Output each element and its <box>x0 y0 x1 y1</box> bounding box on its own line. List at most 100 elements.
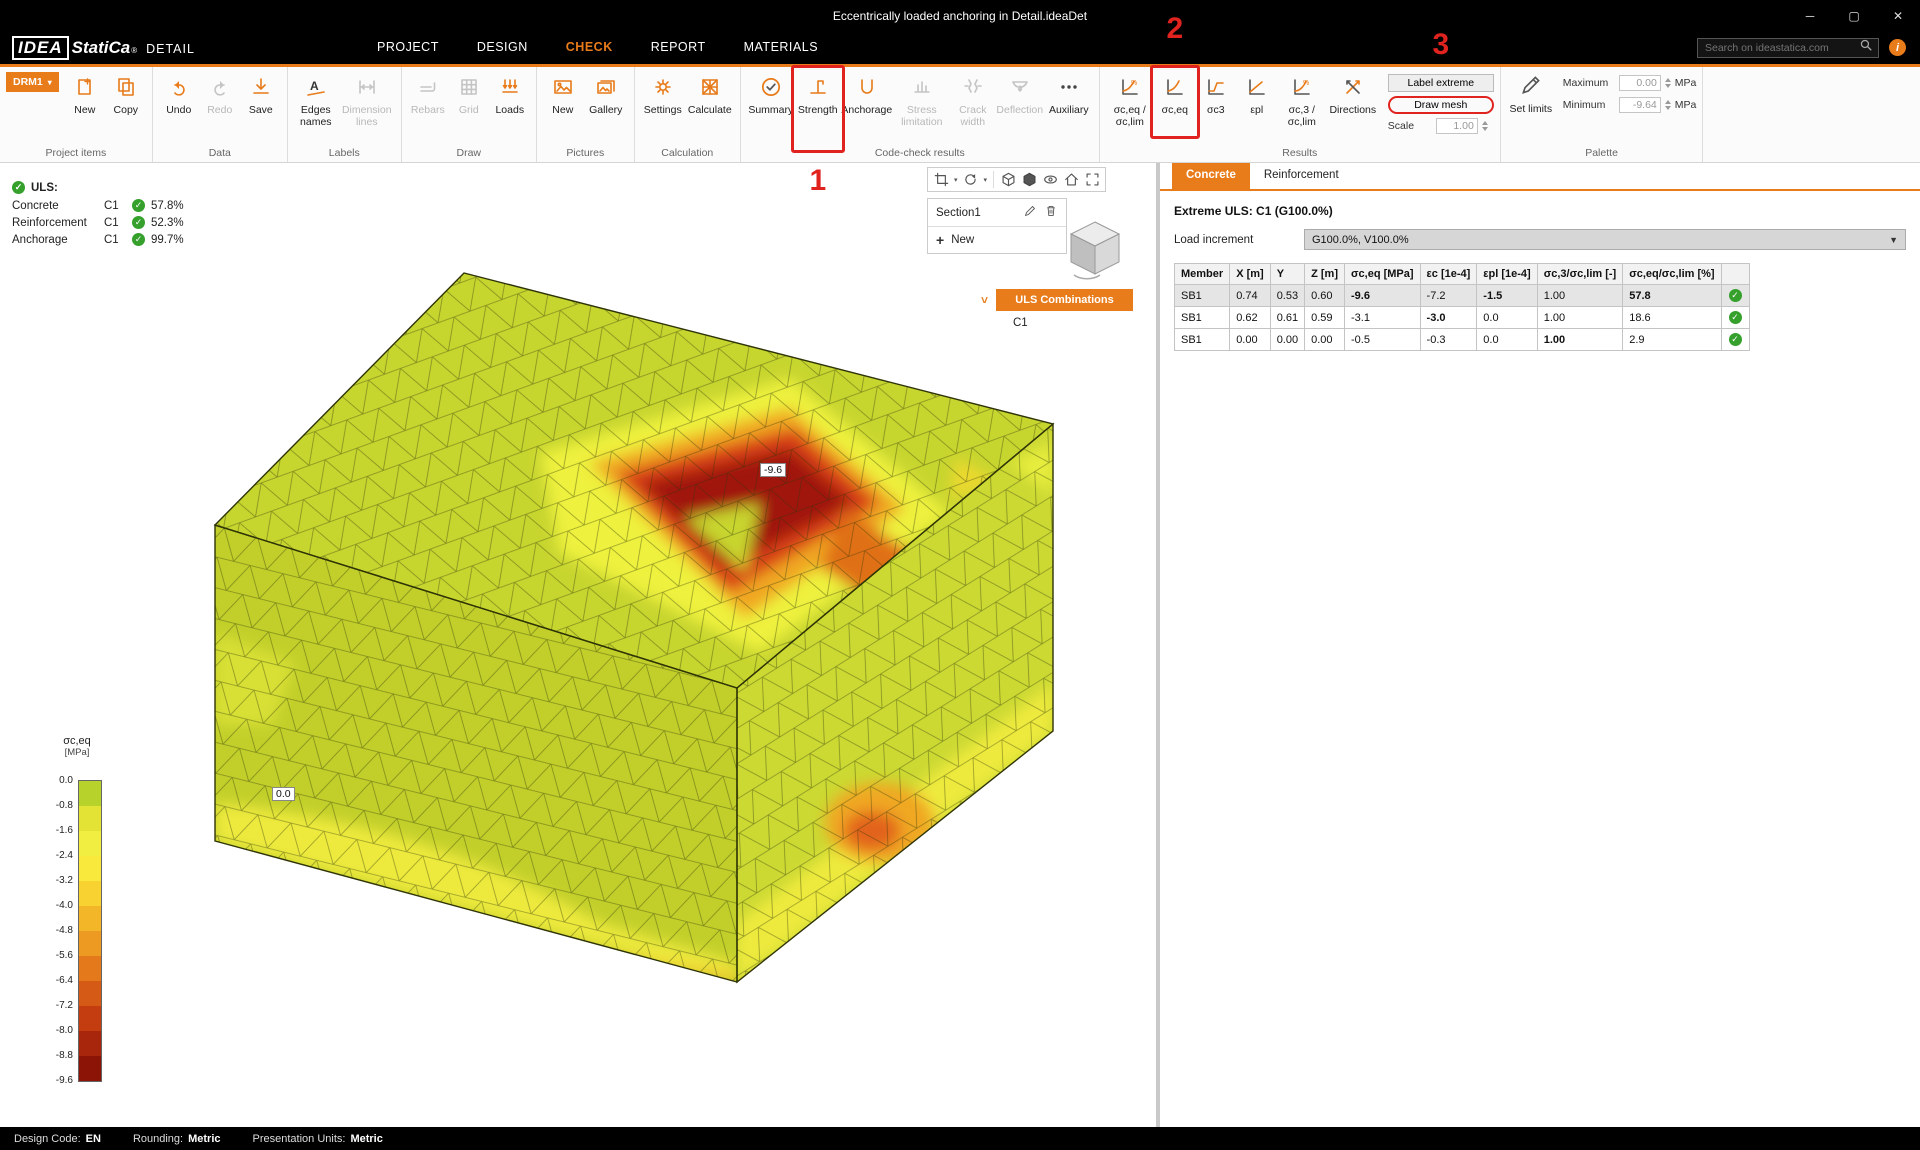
menu-report[interactable]: REPORT <box>632 31 725 64</box>
sceq-sclim-result-button[interactable]: % σc,eq / σc,lim <box>1106 70 1154 142</box>
check-circle-icon <box>1729 333 1742 346</box>
crack-width-icon <box>962 73 984 101</box>
new-document-icon <box>74 73 96 101</box>
group-label-palette: Palette <box>1507 145 1697 161</box>
set-limits-button[interactable]: Set limits <box>1507 70 1555 115</box>
model-canvas[interactable]: ULS: Concrete C1 57.8% Reinforcement C1 … <box>0 163 1156 1127</box>
directions-arrows-icon <box>1342 73 1364 101</box>
wireframe-cube-button[interactable] <box>998 169 1018 190</box>
chevron-down-icon[interactable]: ˅ <box>981 293 988 307</box>
mesh-3d-view[interactable] <box>0 163 1156 1127</box>
maximum-stepper[interactable] <box>1665 78 1671 88</box>
sc3-sclim-result-button[interactable]: % σc,3 / σc,lim <box>1278 70 1326 142</box>
rebars-button[interactable]: Rebars <box>408 70 448 142</box>
close-button[interactable]: ✕ <box>1876 0 1920 31</box>
load-increment-select[interactable]: G100.0%, V100.0% ▼ <box>1304 229 1906 250</box>
search-box[interactable] <box>1697 38 1879 58</box>
calculate-button[interactable]: Calculate <box>686 70 734 142</box>
annotation-number-3: 3 <box>1432 30 1449 60</box>
picture-icon <box>552 73 574 101</box>
maximum-input[interactable]: 0.00 <box>1619 75 1661 91</box>
crack-width-button[interactable]: Crack width <box>951 70 995 142</box>
menu-design[interactable]: DESIGN <box>458 31 547 64</box>
minimize-button[interactable]: ─ <box>1788 0 1832 31</box>
epl-result-button[interactable]: εpl <box>1237 70 1277 142</box>
loads-button[interactable]: Loads <box>490 70 530 142</box>
edges-names-button[interactable]: A Edges names <box>294 70 338 142</box>
uls-combinations-header[interactable]: ULS Combinations <box>996 289 1133 311</box>
solid-cube-button[interactable] <box>1019 169 1039 190</box>
ribbon-group-code-check-results: Summary 1 Strength Anchorage Stress limi… <box>741 67 1100 162</box>
minimum-input[interactable]: -9.64 <box>1619 97 1661 113</box>
new-picture-button[interactable]: New <box>543 70 583 142</box>
loads-icon <box>499 73 521 101</box>
table-row[interactable]: SB1 0.62 0.61 0.59 -3.1 -3.0 0.0 1.00 18… <box>1175 307 1750 329</box>
summary-button[interactable]: Summary <box>747 70 795 142</box>
deflection-button[interactable]: Deflection <box>996 70 1044 142</box>
dimension-lines-button[interactable]: Dimension lines <box>339 70 395 142</box>
settings-gear-icon <box>652 73 674 101</box>
section-row[interactable]: Section1 <box>928 199 1066 226</box>
table-row[interactable]: SB1 0.00 0.00 0.00 -0.5 -0.3 0.0 1.00 2.… <box>1175 329 1750 351</box>
info-icon[interactable]: i <box>1889 39 1906 56</box>
section-cut-button[interactable] <box>931 169 951 190</box>
copy-button[interactable]: Copy <box>106 70 146 142</box>
maximize-button[interactable]: ▢ <box>1832 0 1876 31</box>
stress-limitation-button[interactable]: Stress limitation <box>894 70 950 142</box>
redo-button[interactable]: Redo <box>200 70 240 142</box>
new-project-item-button[interactable]: New <box>65 70 105 142</box>
uls-row-reinforcement: Reinforcement C1 52.3% <box>12 216 184 229</box>
combination-item-c1[interactable]: C1 <box>1013 317 1028 329</box>
ribbon: DRM1 ▾ New Copy Project items Undo Redo <box>0 67 1920 163</box>
anchorage-icon <box>856 73 878 101</box>
strength-button[interactable]: 1 Strength <box>796 70 840 142</box>
chevron-down-icon[interactable]: ▾ <box>952 176 960 184</box>
save-button[interactable]: Save <box>241 70 281 142</box>
home-view-button[interactable] <box>1061 169 1081 190</box>
rotate-view-button[interactable] <box>961 169 981 190</box>
color-legend: σc,eq [MPa] 0.0-0.8 -1.6-2.4 -3.2-4.0 -4… <box>42 735 112 1105</box>
minimum-stepper[interactable] <box>1665 100 1671 110</box>
grid-button[interactable]: Grid <box>449 70 489 142</box>
ribbon-group-calculation: Settings Calculate Calculation <box>635 67 741 162</box>
results-tabs: Concrete Reinforcement <box>1160 163 1920 191</box>
sc3-result-button[interactable]: σc3 <box>1196 70 1236 142</box>
table-row[interactable]: SB1 0.74 0.53 0.60 -9.6 -7.2 -1.5 1.00 5… <box>1175 285 1750 307</box>
draw-mesh-toggle[interactable]: 3 Draw mesh <box>1388 96 1494 114</box>
undo-button[interactable]: Undo <box>159 70 199 142</box>
window-title: Eccentrically loaded anchoring in Detail… <box>833 9 1087 23</box>
grid-icon <box>458 73 480 101</box>
tab-reinforcement[interactable]: Reinforcement <box>1250 163 1353 189</box>
menu-materials[interactable]: MATERIALS <box>725 31 837 64</box>
save-icon <box>250 73 272 101</box>
delete-trash-icon[interactable] <box>1044 204 1058 221</box>
tab-concrete[interactable]: Concrete <box>1172 163 1250 189</box>
workspace: ULS: Concrete C1 57.8% Reinforcement C1 … <box>0 163 1920 1127</box>
chevron-down-icon[interactable]: ▾ <box>982 176 990 184</box>
scale-stepper[interactable] <box>1482 121 1488 131</box>
group-label-project-items: Project items <box>6 145 146 161</box>
uls-row-anchorage: Anchorage C1 99.7% <box>12 233 184 246</box>
auxiliary-button[interactable]: Auxiliary <box>1045 70 1093 142</box>
search-input[interactable] <box>1703 41 1859 55</box>
calculate-icon <box>699 73 721 101</box>
deflection-icon <box>1009 73 1031 101</box>
view-projection-button[interactable] <box>1040 169 1060 190</box>
directions-button[interactable]: Directions <box>1327 70 1379 142</box>
sceq-result-button[interactable]: 2 σc,eq <box>1155 70 1195 142</box>
edit-pencil-icon[interactable] <box>1023 204 1037 221</box>
scale-input[interactable]: 1.00 <box>1436 118 1478 134</box>
view-cube[interactable] <box>1062 215 1128 286</box>
anchorage-button[interactable]: Anchorage <box>841 70 893 142</box>
new-section-button[interactable]: + New <box>928 226 1066 253</box>
drm1-dropdown[interactable]: DRM1 ▾ <box>6 72 59 92</box>
settings-button[interactable]: Settings <box>641 70 685 142</box>
search-area: i <box>1697 38 1920 58</box>
pencil-icon <box>1519 73 1543 100</box>
table-header-row: Member X [m] Y Z [m] σc,eq [MPa] εc [1e-… <box>1175 264 1750 285</box>
zoom-fit-button[interactable] <box>1082 169 1102 190</box>
menu-check[interactable]: CHECK <box>547 31 632 64</box>
label-extreme-toggle[interactable]: Label extreme <box>1388 74 1494 92</box>
menu-project[interactable]: PROJECT <box>358 31 458 64</box>
gallery-button[interactable]: Gallery <box>584 70 628 142</box>
